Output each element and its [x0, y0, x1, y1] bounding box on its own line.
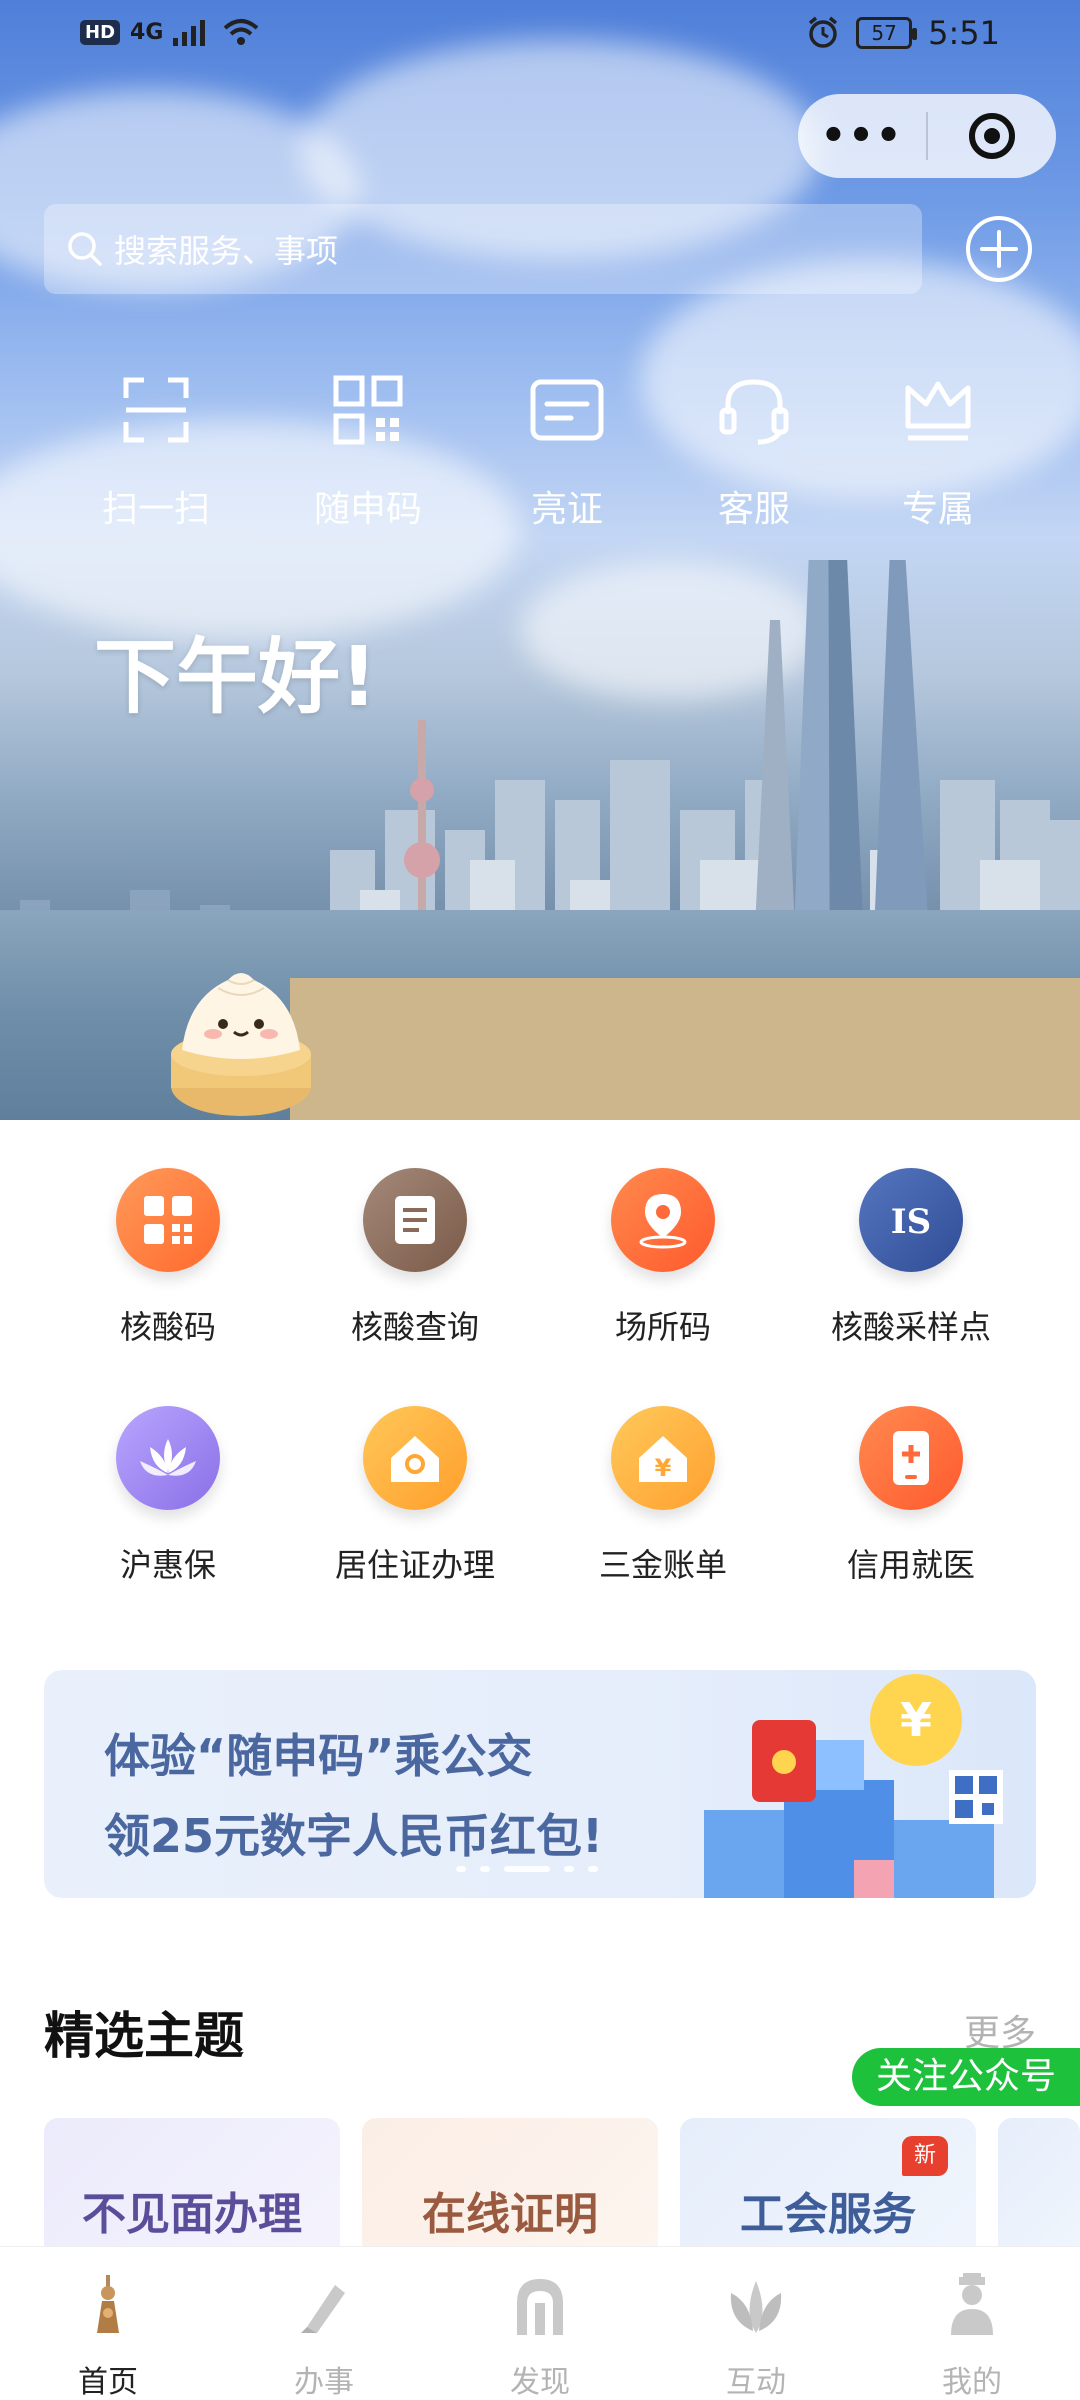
service-label: 沪惠保 [119, 1546, 216, 1584]
search-icon [68, 232, 102, 266]
tab-services[interactable]: 办事 [216, 2247, 432, 2400]
quick-action-qr-code[interactable]: 随申码 [298, 370, 438, 532]
carousel-dot [564, 1866, 574, 1872]
topic-card[interactable]: 不见面办理 [44, 2118, 340, 2258]
tab-label: 我的 [942, 2365, 1002, 2400]
quick-action-label: 专属 [901, 489, 974, 530]
banner-line2: 领25元数字人民币红包! [104, 1809, 603, 1863]
service-label: 核酸码 [119, 1308, 216, 1346]
carousel-dot [480, 1866, 490, 1872]
carousel-dot [588, 1866, 598, 1872]
new-badge: 新 [902, 2136, 948, 2176]
qr-code-icon [333, 375, 403, 445]
signal-icon [173, 20, 206, 46]
banner-line1: 体验“随申码”乘公交 [104, 1729, 533, 1783]
topic-card-partial[interactable] [998, 2118, 1080, 2258]
more-menu-button[interactable]: ••• [798, 94, 926, 178]
carousel-dot-active [504, 1866, 550, 1872]
house-icon [363, 1406, 467, 1510]
service-nucleic-query[interactable]: 核酸查询 [291, 1168, 539, 1348]
is-logo-icon: IS [859, 1168, 963, 1272]
tab-label: 发现 [510, 2365, 570, 2400]
target-icon [969, 113, 1015, 159]
pagoda-icon [97, 2275, 119, 2333]
service-hu-hui-bao[interactable]: 沪惠保 [44, 1406, 292, 1586]
tab-interact[interactable]: 互动 [648, 2247, 864, 2400]
promo-banner[interactable]: 体验“随申码”乘公交 领25元数字人民币红包! ¥ [44, 1670, 1036, 1898]
svg-text:¥: ¥ [655, 1454, 672, 1482]
section-title: 精选主题 [44, 2007, 244, 2065]
headset-icon [719, 379, 789, 445]
quick-action-show-id[interactable]: 亮证 [497, 370, 637, 532]
status-bar: HD 4G 57 5:51 [0, 0, 1080, 72]
document-icon [363, 1168, 467, 1272]
tab-label: 互动 [726, 2365, 786, 2400]
topic-card[interactable]: 在线证明 [362, 2118, 658, 2258]
miniprogram-capsule: ••• [798, 94, 1056, 178]
quick-action-scan[interactable]: 扫一扫 [86, 370, 226, 532]
service-label: 场所码 [614, 1308, 711, 1346]
service-residence-permit[interactable]: 居住证办理 [291, 1406, 539, 1586]
svg-text:¥: ¥ [900, 1693, 932, 1747]
carousel-dots [456, 1866, 598, 1872]
tab-label: 办事 [294, 2365, 354, 2400]
yuan-house-icon: ¥ [611, 1406, 715, 1510]
service-nucleic-code[interactable]: 核酸码 [44, 1168, 292, 1348]
promo-illustration-icon: ¥ [704, 1674, 1003, 1898]
quick-action-customer-service[interactable]: 客服 [684, 370, 824, 532]
search-placeholder: 搜索服务、事项 [114, 232, 339, 270]
topic-label: 工会服务 [740, 2189, 916, 2240]
lotus-icon [116, 1406, 220, 1510]
close-miniprogram-button[interactable] [928, 113, 1056, 159]
qr-code-icon [116, 1168, 220, 1272]
id-card-icon [530, 379, 604, 441]
service-venue-code[interactable]: 场所码 [539, 1168, 787, 1348]
tab-label: 首页 [78, 2365, 138, 2400]
service-label: 居住证办理 [334, 1546, 495, 1584]
service-sampling-sites[interactable]: IS 核酸采样点 [787, 1168, 1035, 1348]
quick-action-label: 客服 [717, 489, 790, 530]
arch-icon [517, 2279, 563, 2335]
dumpling-mascot-icon [171, 973, 311, 1116]
tab-mine[interactable]: 我的 [864, 2247, 1080, 2400]
search-input[interactable]: 搜索服务、事项 [44, 204, 922, 294]
service-label: 信用就医 [846, 1546, 975, 1584]
topic-label: 不见面办理 [82, 2189, 302, 2240]
tab-discover[interactable]: 发现 [432, 2247, 648, 2400]
topic-card[interactable]: 新 工会服务 [680, 2118, 976, 2258]
quick-action-label: 随申码 [313, 489, 422, 530]
magnolia-icon [730, 2281, 782, 2333]
network-label: 4G [130, 19, 164, 45]
hd-badge: HD [80, 19, 121, 45]
greeting-text: 下午好! [94, 630, 378, 725]
carousel-dot [456, 1866, 466, 1872]
tab-home[interactable]: 首页 [0, 2247, 216, 2400]
pen-icon [301, 2285, 345, 2333]
quick-action-exclusive[interactable]: 专属 [868, 370, 1008, 532]
phone-medical-icon [859, 1406, 963, 1510]
topic-label: 在线证明 [422, 2189, 598, 2240]
wifi-icon [224, 19, 259, 45]
quick-action-label: 扫一扫 [101, 489, 210, 530]
clock: 5:51 [928, 14, 1000, 52]
service-label: 三金账单 [598, 1546, 727, 1584]
hero-banner: HD 4G 57 5:51 ••• 搜索服务、事项 扫一扫 随申码 亮证 客服 … [0, 0, 1080, 1120]
alarm-icon [809, 16, 838, 48]
quick-action-label: 亮证 [530, 489, 603, 530]
bottom-tab-bar: 首页 办事 发现 互动 我的 [0, 2246, 1080, 2400]
service-three-funds-bill[interactable]: ¥ 三金账单 [539, 1406, 787, 1586]
scan-icon [123, 377, 189, 443]
service-label: 核酸查询 [350, 1308, 479, 1346]
add-circle-icon[interactable] [964, 214, 1034, 284]
crown-icon [905, 381, 971, 441]
svg-text:IS: IS [891, 1202, 931, 1242]
person-icon [951, 2273, 993, 2335]
battery-indicator: 57 [856, 17, 918, 49]
service-label: 核酸采样点 [830, 1308, 991, 1346]
follow-official-account-button[interactable]: 关注公众号 [852, 2048, 1080, 2106]
service-credit-medical[interactable]: 信用就医 [787, 1406, 1035, 1586]
location-pin-icon [611, 1168, 715, 1272]
hero-bottom-strip [290, 978, 1080, 1120]
